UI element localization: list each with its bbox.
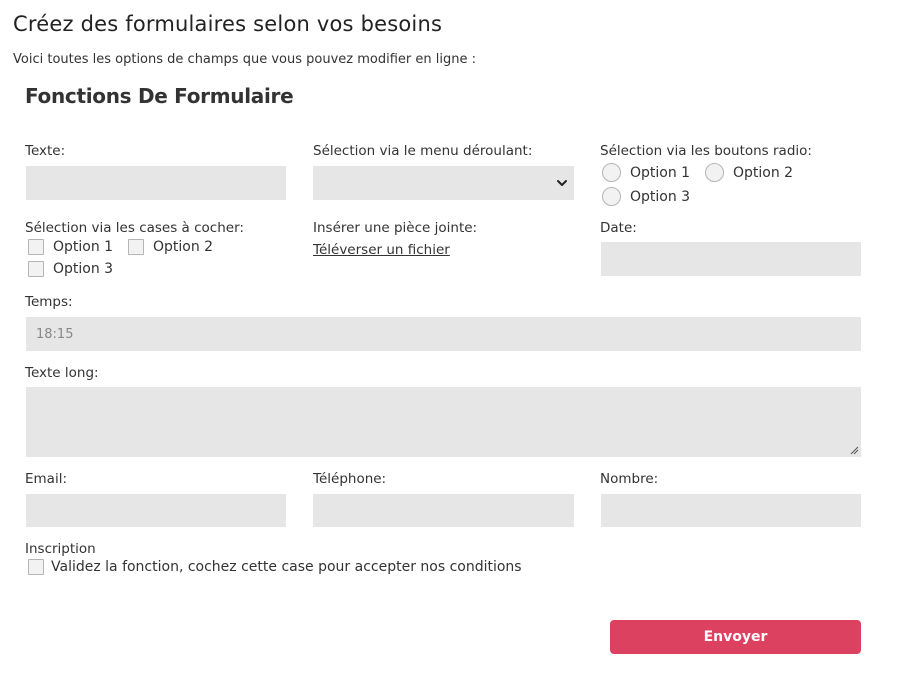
checkbox-option-label: Option 3 (53, 261, 114, 277)
time-value: 18:15 (36, 326, 74, 342)
checkbox-option-label: Option 1 (53, 239, 114, 255)
radio-option-label: Option 3 (630, 188, 691, 205)
checkbox-option-2[interactable]: Option 2 (128, 239, 213, 255)
time-label: Temps: (25, 294, 73, 310)
upload-file-link[interactable]: Téléverser un fichier (313, 242, 450, 258)
submit-button[interactable]: Envoyer (610, 620, 861, 654)
email-field[interactable] (26, 494, 286, 527)
dropdown-label: Sélection via le menu déroulant: (313, 143, 533, 159)
email-label: Email: (25, 471, 68, 487)
date-label: Date: (600, 220, 637, 236)
radio-group-label: Sélection via les boutons radio: (600, 143, 812, 159)
checkbox-square-icon[interactable] (28, 559, 44, 575)
long-text-textarea[interactable] (26, 387, 861, 457)
radio-circle-icon[interactable] (602, 163, 621, 182)
terms-checkbox-label: Validez la fonction, cochez cette case p… (51, 559, 522, 575)
long-text-label: Texte long: (25, 365, 99, 381)
resize-handle-icon[interactable] (850, 446, 859, 455)
radio-option-1[interactable]: Option 1 (602, 163, 690, 182)
date-input[interactable] (601, 242, 861, 276)
radio-option-label: Option 2 (733, 164, 794, 181)
subscription-label: Inscription (25, 541, 96, 557)
dropdown-select[interactable] (313, 166, 574, 200)
chevron-down-icon (557, 180, 567, 186)
text-field-label: Texte: (25, 143, 66, 159)
attachment-label: Insérer une pièce jointe: (313, 220, 478, 236)
checkbox-square-icon[interactable] (28, 239, 44, 255)
number-field[interactable] (601, 494, 861, 527)
number-label: Nombre: (600, 471, 659, 487)
radio-circle-icon[interactable] (602, 187, 621, 206)
radio-circle-icon[interactable] (705, 163, 724, 182)
radio-option-3[interactable]: Option 3 (602, 187, 690, 206)
checkbox-option-label: Option 2 (153, 239, 214, 255)
radio-option-label: Option 1 (630, 164, 691, 181)
checkbox-square-icon[interactable] (128, 239, 144, 255)
page-subtitle: Voici toutes les options de champs que v… (13, 52, 476, 67)
checkbox-option-1[interactable]: Option 1 (28, 239, 113, 255)
checkbox-square-icon[interactable] (28, 261, 44, 277)
time-input[interactable]: 18:15 (26, 317, 861, 351)
radio-option-2[interactable]: Option 2 (705, 163, 793, 182)
checkbox-option-3[interactable]: Option 3 (28, 261, 113, 277)
phone-field[interactable] (313, 494, 574, 527)
form-title: Fonctions De Formulaire (25, 84, 294, 108)
page-title: Créez des formulaires selon vos besoins (13, 12, 443, 36)
terms-checkbox[interactable]: Validez la fonction, cochez cette case p… (28, 559, 522, 575)
phone-label: Téléphone: (313, 471, 387, 487)
checkbox-group-label: Sélection via les cases à cocher: (25, 220, 244, 236)
text-input[interactable] (26, 166, 286, 200)
